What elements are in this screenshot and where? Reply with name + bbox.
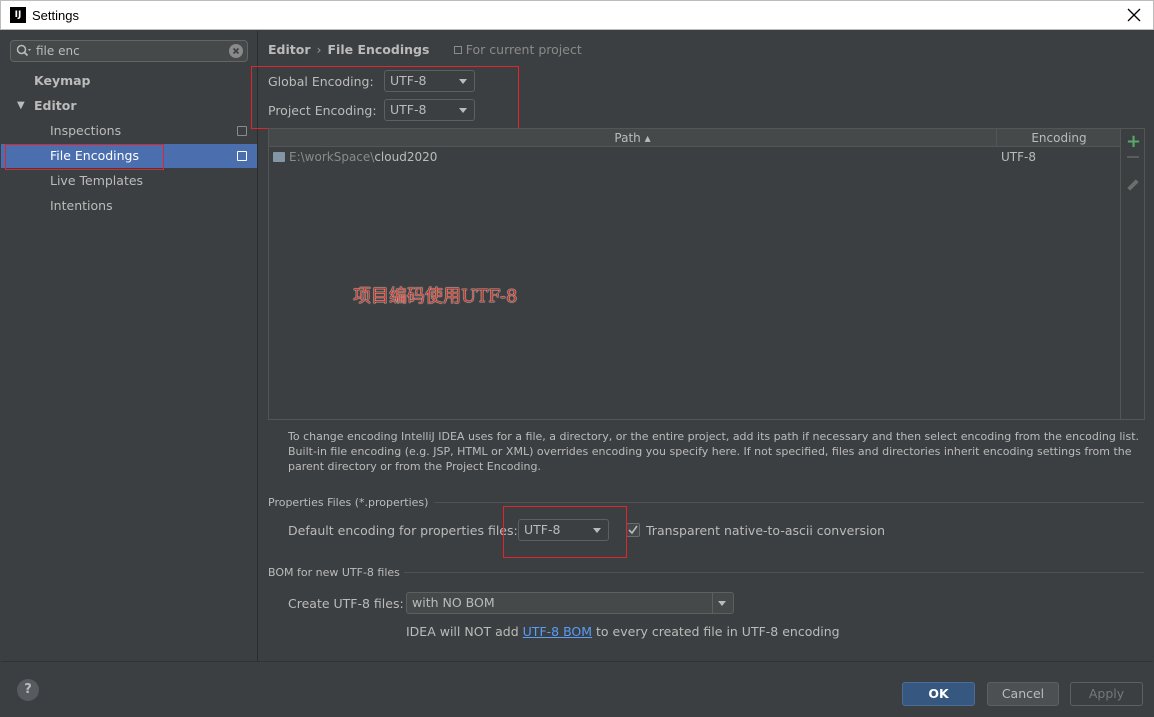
- bom-section-title: BOM for new UTF-8 files: [268, 566, 400, 579]
- chevron-down-icon: [459, 79, 467, 84]
- help-text: To change encoding IntelliJ IDEA uses fo…: [288, 430, 1140, 473]
- breadcrumb: Editor › File Encodings For current projec…: [268, 42, 582, 57]
- search-icon[interactable]: [16, 44, 32, 58]
- bom-select-value: with NO BOM: [412, 595, 495, 610]
- row-path: E:\workSpace\cloud2020: [289, 148, 437, 166]
- chevron-down-icon: [718, 601, 726, 606]
- settings-sidebar: Keymap ▼ Editor Inspections File Encodin…: [1, 31, 258, 661]
- sidebar-item-file-encodings[interactable]: File Encodings: [1, 144, 257, 168]
- global-encoding-value: UTF-8: [390, 73, 427, 88]
- add-icon[interactable]: +: [1126, 133, 1141, 151]
- transparent-checkbox[interactable]: [626, 523, 640, 537]
- row-path-prefix: E:\workSpace\: [289, 150, 375, 164]
- help-icon[interactable]: ?: [17, 679, 39, 701]
- chevron-down-icon: [593, 528, 601, 533]
- table-header: Path ▴ Encoding: [269, 129, 1120, 147]
- table-toolbar: +: [1121, 128, 1145, 420]
- search-box[interactable]: [10, 40, 248, 62]
- sidebar-item-inspections[interactable]: Inspections: [1, 119, 257, 143]
- copy-icon: [453, 46, 462, 54]
- table-row[interactable]: E:\workSpace\cloud2020 UTF-8: [269, 148, 1120, 166]
- properties-default-label: Default encoding for properties files:: [288, 523, 518, 538]
- sidebar-item-label: Keymap: [34, 73, 91, 88]
- sidebar-item-label: Intentions: [50, 198, 113, 213]
- bom-note: IDEA will NOT add UTF-8 BOM to every cre…: [406, 624, 840, 639]
- cancel-button[interactable]: Cancel: [987, 682, 1059, 706]
- sidebar-item-label: Inspections: [50, 123, 122, 138]
- properties-section-title: Properties Files (*.properties): [268, 496, 429, 509]
- divider: [712, 593, 713, 613]
- sidebar-item-label: Live Templates: [50, 173, 144, 188]
- sidebar-item-live-templates[interactable]: Live Templates: [1, 169, 257, 193]
- sidebar-item-keymap[interactable]: Keymap: [1, 69, 257, 93]
- sidebar-item-label: Editor: [34, 98, 77, 113]
- properties-encoding-value: UTF-8: [524, 522, 561, 537]
- remove-icon[interactable]: [1127, 156, 1139, 158]
- copy-icon: [237, 126, 247, 136]
- divider: [434, 502, 1144, 503]
- folder-icon: [273, 152, 285, 162]
- scope-label: For current project: [453, 42, 582, 57]
- bom-create-label: Create UTF-8 files:: [288, 596, 404, 611]
- breadcrumb-current: File Encodings: [327, 42, 430, 57]
- transparent-label[interactable]: Transparent native-to-ascii conversion: [646, 523, 885, 538]
- breadcrumb-parent[interactable]: Editor: [268, 42, 311, 57]
- copy-icon: [237, 151, 247, 161]
- close-icon[interactable]: [1125, 6, 1143, 24]
- chevron-down-icon[interactable]: ▼: [17, 94, 25, 118]
- sidebar-item-label: File Encodings: [50, 148, 140, 163]
- apply-button[interactable]: Apply: [1070, 682, 1143, 706]
- settings-content: Editor › File Encodings For current projec…: [251, 31, 1153, 661]
- global-encoding-select[interactable]: UTF-8: [384, 70, 475, 92]
- breadcrumb-separator: ›: [316, 42, 322, 57]
- clear-icon[interactable]: [229, 44, 243, 58]
- search-input[interactable]: [36, 43, 226, 59]
- project-encoding-select[interactable]: UTF-8: [384, 99, 475, 121]
- global-encoding-label: Global Encoding:: [268, 74, 374, 89]
- sidebar-item-editor[interactable]: ▼ Editor: [1, 94, 257, 118]
- scope-text: For current project: [465, 42, 582, 57]
- edit-icon[interactable]: [1127, 179, 1139, 191]
- bom-select[interactable]: with NO BOM: [406, 592, 734, 614]
- encoding-table[interactable]: Path ▴ Encoding E:\workSpace\cloud2020 U…: [268, 128, 1121, 420]
- app-icon: IJ: [10, 7, 26, 23]
- bom-note-prefix: IDEA will NOT add: [406, 624, 523, 639]
- sidebar-item-intentions[interactable]: Intentions: [1, 194, 257, 218]
- annotation-text: 项目编码使用UTF-8: [353, 286, 518, 307]
- properties-encoding-select[interactable]: UTF-8: [518, 519, 609, 541]
- project-encoding-label: Project Encoding:: [268, 103, 377, 118]
- bom-link[interactable]: UTF-8 BOM: [523, 624, 592, 639]
- dialog-footer: ? OK Cancel Apply: [1, 661, 1153, 716]
- window-title: Settings: [32, 8, 79, 23]
- row-encoding[interactable]: UTF-8: [1001, 148, 1036, 166]
- ok-button[interactable]: OK: [902, 682, 975, 706]
- checkmark-icon: [628, 525, 638, 535]
- project-encoding-value: UTF-8: [390, 102, 427, 117]
- chevron-down-icon: [459, 108, 467, 113]
- row-path-name: cloud2020: [374, 150, 438, 164]
- column-header-path[interactable]: Path ▴: [269, 129, 997, 147]
- column-header-encoding[interactable]: Encoding: [998, 129, 1120, 147]
- title-bar: IJ Settings: [0, 0, 1154, 30]
- bom-note-suffix: to every created file in UTF-8 encoding: [592, 624, 840, 639]
- divider: [404, 572, 1144, 573]
